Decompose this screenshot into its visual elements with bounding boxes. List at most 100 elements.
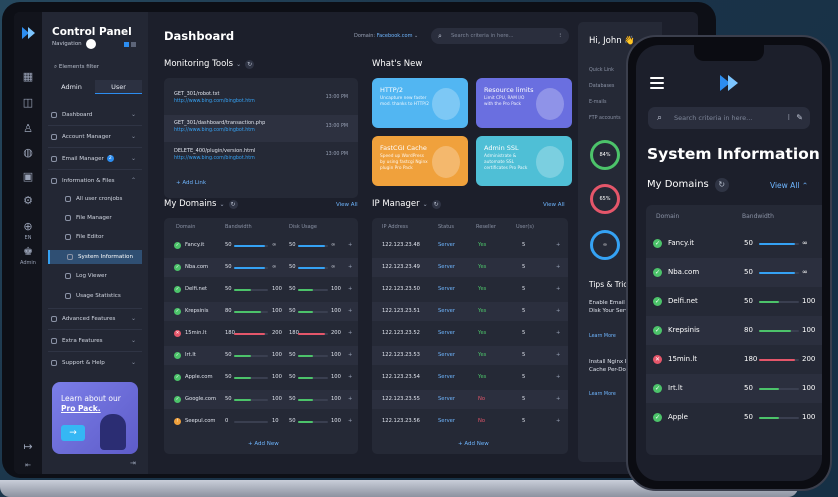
domain-name[interactable]: Fancy.it (185, 236, 204, 255)
monitor-url[interactable]: http://www.bing.com/bingbot.htm (174, 156, 255, 161)
table-row[interactable]: ✓ Delfi.net 50 100 (646, 287, 822, 316)
menu-icon[interactable] (650, 77, 664, 89)
grid-icon[interactable]: ▦ (21, 70, 35, 84)
layout-alt-icon[interactable] (131, 42, 136, 47)
news-card-fastcgi[interactable]: FastCGI Cache Speed up WordPress by using… (372, 136, 468, 186)
plus-icon[interactable]: + (348, 302, 352, 321)
table-row[interactable]: 122.123.23.48 Server Yes 5 + (372, 236, 568, 255)
plus-icon[interactable]: + (556, 324, 560, 343)
table-row[interactable]: ! Seepul.com 0 10 50 100 + (164, 412, 358, 431)
chevron-down-icon[interactable]: ⌄ (219, 201, 224, 208)
navigation-toggle[interactable] (86, 39, 96, 49)
plus-icon[interactable]: + (556, 258, 560, 277)
domain-name[interactable]: Krepsinis (185, 302, 208, 321)
phone-search-input[interactable]: ⌕ Search criteria in here... ⁝ ✎ (648, 107, 810, 129)
refresh-icon[interactable]: ↻ (431, 200, 441, 209)
arrow-right-icon[interactable]: → (61, 425, 85, 441)
sidebar-item-file-editor[interactable]: File Editor (48, 230, 142, 244)
sidebar-item-cronjobs[interactable]: All user cronjobs (48, 192, 142, 206)
domain-name[interactable]: Delfi.net (668, 287, 698, 316)
sidebar-item-email-manager[interactable]: Email Manager 2 ⌄ (48, 152, 142, 166)
table-row[interactable]: ✕ 15min.lt 180 200 180 200 + (164, 324, 358, 343)
plus-icon[interactable]: + (348, 390, 352, 409)
tab-user[interactable]: User (95, 80, 142, 94)
plus-icon[interactable]: + (556, 390, 560, 409)
databases-link[interactable]: Databases (589, 84, 614, 89)
table-row[interactable]: ✓ Krepsinis 80 100 (646, 316, 822, 345)
table-row[interactable]: 122.123.23.49 Server Yes 5 + (372, 258, 568, 277)
domain-name[interactable]: Fancy.it (668, 229, 694, 258)
phone-view-all[interactable]: View All ⌃ (770, 181, 808, 190)
domain-name[interactable]: Nba.com (668, 258, 699, 287)
sidebar-item-support-help[interactable]: Support & Help ⌄ (48, 356, 142, 370)
news-card-admin-ssl[interactable]: Admin SSL Administrate & automate SSL cer… (476, 136, 572, 186)
plus-icon[interactable]: + (348, 258, 352, 277)
plus-icon[interactable]: + (556, 236, 560, 255)
domains-view-all[interactable]: View All (336, 202, 358, 208)
table-row[interactable]: ✓ Nba.com 50 ∞ 50 ∞ + (164, 258, 358, 277)
lock-icon[interactable]: ▣ (21, 170, 35, 184)
ftp-link[interactable]: FTP accounts (589, 116, 621, 121)
news-card-http2[interactable]: HTTP/2 Uncapture new faster mod. thanks t… (372, 78, 468, 128)
quick-link[interactable]: Quick Link (589, 68, 614, 73)
domain-name[interactable]: Krepsinis (668, 316, 700, 345)
monitor-url[interactable]: http://www.bing.com/bingbot.htm (174, 99, 255, 104)
plus-icon[interactable]: + (556, 346, 560, 365)
plus-icon[interactable]: + (348, 236, 352, 255)
sidebar-item-usage-statistics[interactable]: Usage Statistics (48, 289, 142, 303)
plus-icon[interactable]: + (556, 280, 560, 299)
gear-icon[interactable]: ⚙ (21, 194, 35, 208)
pro-pack-promo[interactable]: Learn about our Pro Pack. → (52, 382, 138, 454)
table-row[interactable]: ✓ Irt.lt 50 100 50 100 + (164, 346, 358, 365)
refresh-icon[interactable]: ↻ (245, 60, 255, 69)
table-row[interactable]: ✓ Krepsinis 80 100 50 100 + (164, 302, 358, 321)
chat-icon[interactable]: ◫ (21, 96, 35, 110)
admin-icon[interactable]: ♚ (21, 245, 35, 259)
domain-name[interactable]: Seepul.com (185, 412, 215, 431)
elements-filter[interactable]: ⌕ Elements filter (54, 64, 99, 71)
table-row[interactable]: ✓ Apple 50 100 (646, 403, 822, 432)
domain-name[interactable]: Nba.com (185, 258, 208, 277)
globe-icon[interactable]: ◍ (21, 146, 35, 160)
filter-icon[interactable]: ⁝ (787, 107, 790, 129)
chevron-down-icon[interactable]: ⌄ (236, 61, 241, 68)
monitor-row[interactable]: GET_301/robot.txt http://www.bing.com/bin… (164, 86, 358, 113)
table-row[interactable]: ✓ Apple.com 50 100 50 100 + (164, 368, 358, 387)
expand-icon[interactable]: ⇥ (130, 459, 136, 467)
plus-icon[interactable]: + (556, 368, 560, 387)
domain-name[interactable]: Irt.lt (185, 346, 196, 365)
domain-name[interactable]: Apple.com (185, 368, 213, 387)
refresh-icon[interactable]: ↻ (714, 178, 729, 192)
search-input[interactable]: ⌕ Search criteria in here... ⁝ (431, 28, 569, 44)
sidebar-item-log-viewer[interactable]: Log Viewer (48, 269, 142, 283)
sidebar-item-extra-features[interactable]: Extra Features ⌄ (48, 334, 142, 348)
domain-name[interactable]: Apple (668, 403, 688, 432)
table-row[interactable]: 122.123.23.56 Server No 5 + (372, 412, 568, 431)
table-row[interactable]: ✓ Delfi.net 50 100 50 100 + (164, 280, 358, 299)
add-domain-button[interactable]: + Add New (248, 441, 279, 447)
plus-icon[interactable]: + (348, 324, 352, 343)
monitor-row[interactable]: DELETE_400/plugin/version.html http://www… (164, 143, 358, 170)
table-row[interactable]: ✓ Fancy.it 50 ∞ 50 ∞ + (164, 236, 358, 255)
user-icon[interactable]: ♙ (21, 122, 35, 136)
table-row[interactable]: ✓ Irt.lt 50 100 (646, 374, 822, 403)
table-row[interactable]: 122.123.23.53 Server Yes 5 + (372, 346, 568, 365)
table-row[interactable]: 122.123.23.50 Server Yes 5 + (372, 280, 568, 299)
tip-learn-more[interactable]: Learn More (589, 334, 616, 339)
news-card-resource-limits[interactable]: Resource limits Limit CPU, RAM I/O with t… (476, 78, 572, 128)
plus-icon[interactable]: + (348, 280, 352, 299)
plus-icon[interactable]: + (348, 346, 352, 365)
domain-name[interactable]: 15min.lt (185, 324, 207, 343)
sidebar-item-advanced-features[interactable]: Advanced Features ⌄ (48, 312, 142, 326)
table-row[interactable]: ✓ Nba.com 50 ∞ (646, 258, 822, 287)
ip-view-all[interactable]: View All (543, 202, 565, 208)
add-ip-button[interactable]: + Add New (458, 441, 489, 447)
domain-name[interactable]: Delfi.net (185, 280, 207, 299)
table-row[interactable]: 122.123.23.55 Server No 5 + (372, 390, 568, 409)
domain-selector[interactable]: Domain: Facebook.com ⌄ (354, 33, 418, 39)
refresh-icon[interactable]: ↻ (228, 200, 238, 209)
sidebar-item-information-files[interactable]: Information & Files ⌃ (48, 174, 142, 188)
sidebar-item-file-manager[interactable]: File Manager (48, 211, 142, 225)
plus-icon[interactable]: + (348, 368, 352, 387)
filter-icon[interactable]: ⁝ (559, 28, 561, 44)
